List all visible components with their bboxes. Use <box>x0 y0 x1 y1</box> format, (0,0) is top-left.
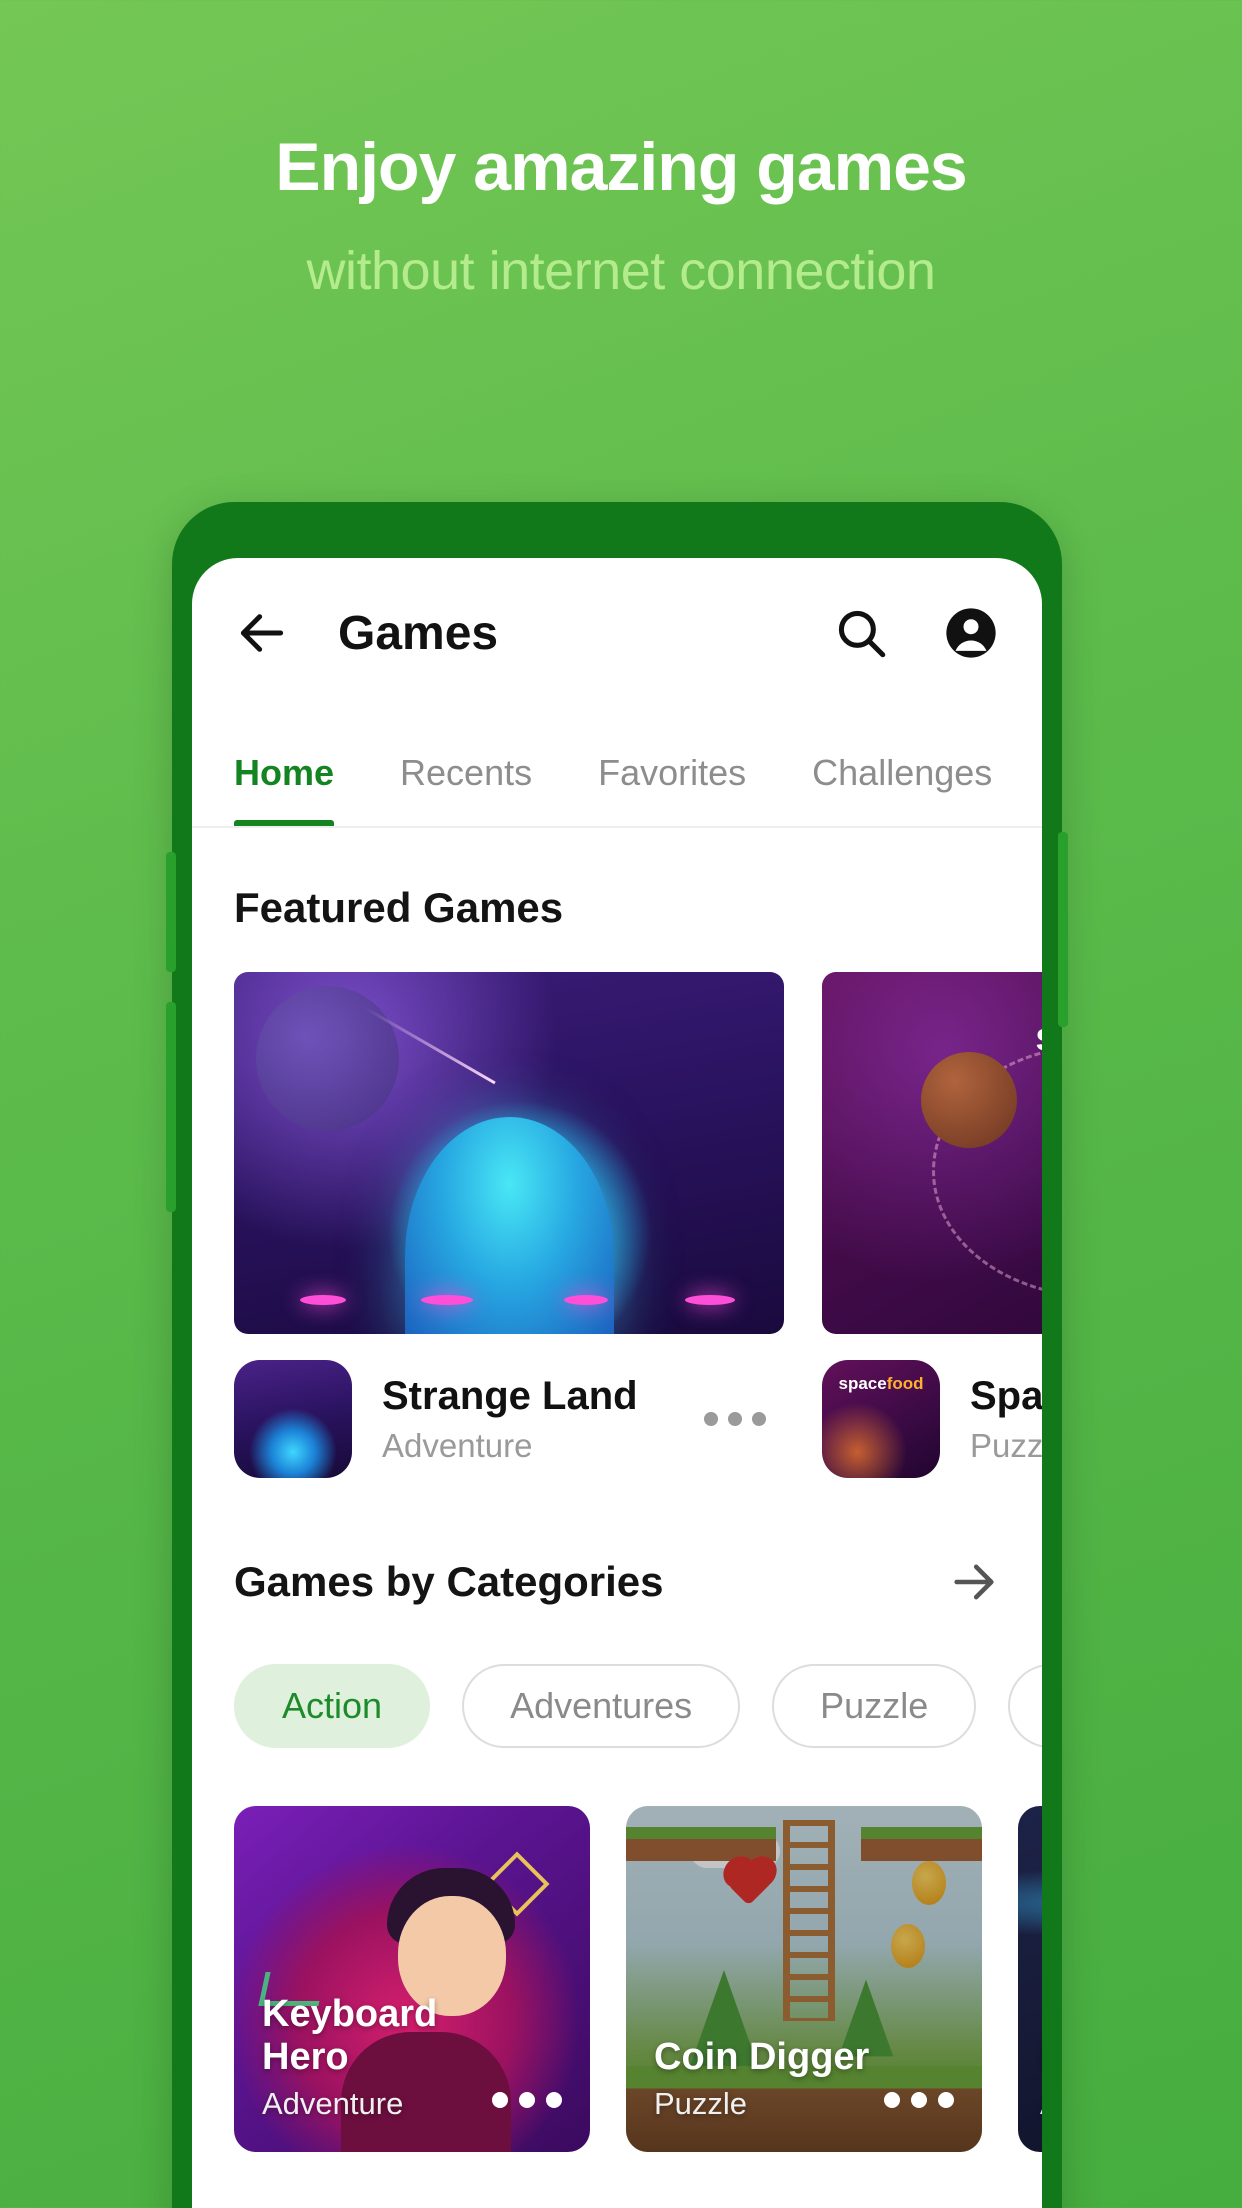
featured-carousel[interactable]: Strange Land Adventure spacefood Spa Puz… <box>192 932 1042 1478</box>
game-card-keyboard-hero[interactable]: Keyboard Hero Adventure <box>234 1806 590 2152</box>
chip-adventures[interactable]: Adventures <box>462 1664 741 1748</box>
game-card-coin-digger[interactable]: Coin Digger Puzzle <box>626 1806 982 2152</box>
tab-home[interactable]: Home <box>234 752 335 826</box>
arrow-left-icon[interactable] <box>234 605 290 661</box>
featured-banner-image: space <box>822 972 1042 1334</box>
featured-card-strange-land[interactable]: Strange Land Adventure <box>234 972 784 1478</box>
phone-screen: Games Home Recents Favorites Challenges … <box>192 558 1042 2208</box>
game-card-overlay: Coin Digger Puzzle <box>626 2010 982 2152</box>
tab-recents[interactable]: Recents <box>400 752 532 826</box>
phone-volume-down-button[interactable] <box>166 1002 176 1212</box>
arrow-right-icon[interactable] <box>948 1556 1000 1608</box>
game-card-overlay: Keyboard Hero Adventure <box>234 1967 590 2152</box>
featured-card-meta: Strange Land Adventure <box>234 1360 784 1478</box>
featured-section-header: Featured Games <box>192 828 1042 932</box>
phone-power-button[interactable] <box>1058 832 1068 1027</box>
tab-bar: Home Recents Favorites Challenges <box>192 708 1042 828</box>
categories-heading: Games by Categories <box>234 1558 664 1605</box>
game-title: Strange Land <box>382 1373 638 1418</box>
category-chips[interactable]: Action Adventures Puzzle Strategy <box>192 1608 1042 1748</box>
game-genre: Puzzle <box>970 1426 1042 1464</box>
promo-banner: Enjoy amazing games without internet con… <box>0 0 1242 302</box>
phone-mockup: Games Home Recents Favorites Challenges … <box>166 502 1068 2208</box>
game-genre: Adventure <box>382 1426 533 1464</box>
more-horizontal-icon[interactable] <box>492 2092 562 2122</box>
game-genre: Puzzle <box>654 2086 748 2121</box>
chip-puzzle[interactable]: Puzzle <box>772 1664 977 1748</box>
phone-volume-up-button[interactable] <box>166 852 176 972</box>
more-horizontal-icon[interactable] <box>884 2092 954 2122</box>
chip-strategy[interactable]: Strategy <box>1008 1664 1042 1748</box>
game-card-third[interactable]: K Arl <box>1018 1806 1042 2152</box>
game-genre: Adventure <box>262 2086 404 2121</box>
featured-banner-image <box>234 972 784 1334</box>
featured-card-space[interactable]: space spacefood Space Puzzle <box>822 972 1042 1478</box>
chip-action[interactable]: Action <box>234 1664 431 1748</box>
game-genre: Arl <box>1040 2086 1042 2122</box>
featured-heading: Featured Games <box>234 884 564 931</box>
game-title: K <box>1040 2036 1042 2080</box>
game-thumbnail: spacefood <box>822 1360 940 1478</box>
tab-challenges[interactable]: Challenges <box>812 752 992 826</box>
promo-subtitle: without internet connection <box>306 241 936 301</box>
search-icon[interactable] <box>832 604 890 662</box>
game-thumbnail <box>234 1360 352 1478</box>
promo-title: Enjoy amazing games <box>275 129 967 205</box>
game-title: Keyboard Hero <box>262 1992 438 2079</box>
game-card-overlay: K Arl <box>1018 2010 1042 2152</box>
more-horizontal-icon[interactable] <box>686 1412 784 1426</box>
category-game-carousel[interactable]: Keyboard Hero Adventure Coin Digger Puzz… <box>192 1748 1042 2152</box>
page-title: Games <box>338 606 499 660</box>
tab-favorites[interactable]: Favorites <box>598 752 746 826</box>
account-circle-icon[interactable] <box>942 604 1000 662</box>
app-bar: Games <box>192 558 1042 708</box>
categories-section-header: Games by Categories <box>192 1478 1042 1608</box>
game-title: Space <box>970 1373 1042 1418</box>
game-title: Coin Digger <box>654 2036 870 2079</box>
featured-card-meta: spacefood Space Puzzle <box>822 1360 1042 1478</box>
